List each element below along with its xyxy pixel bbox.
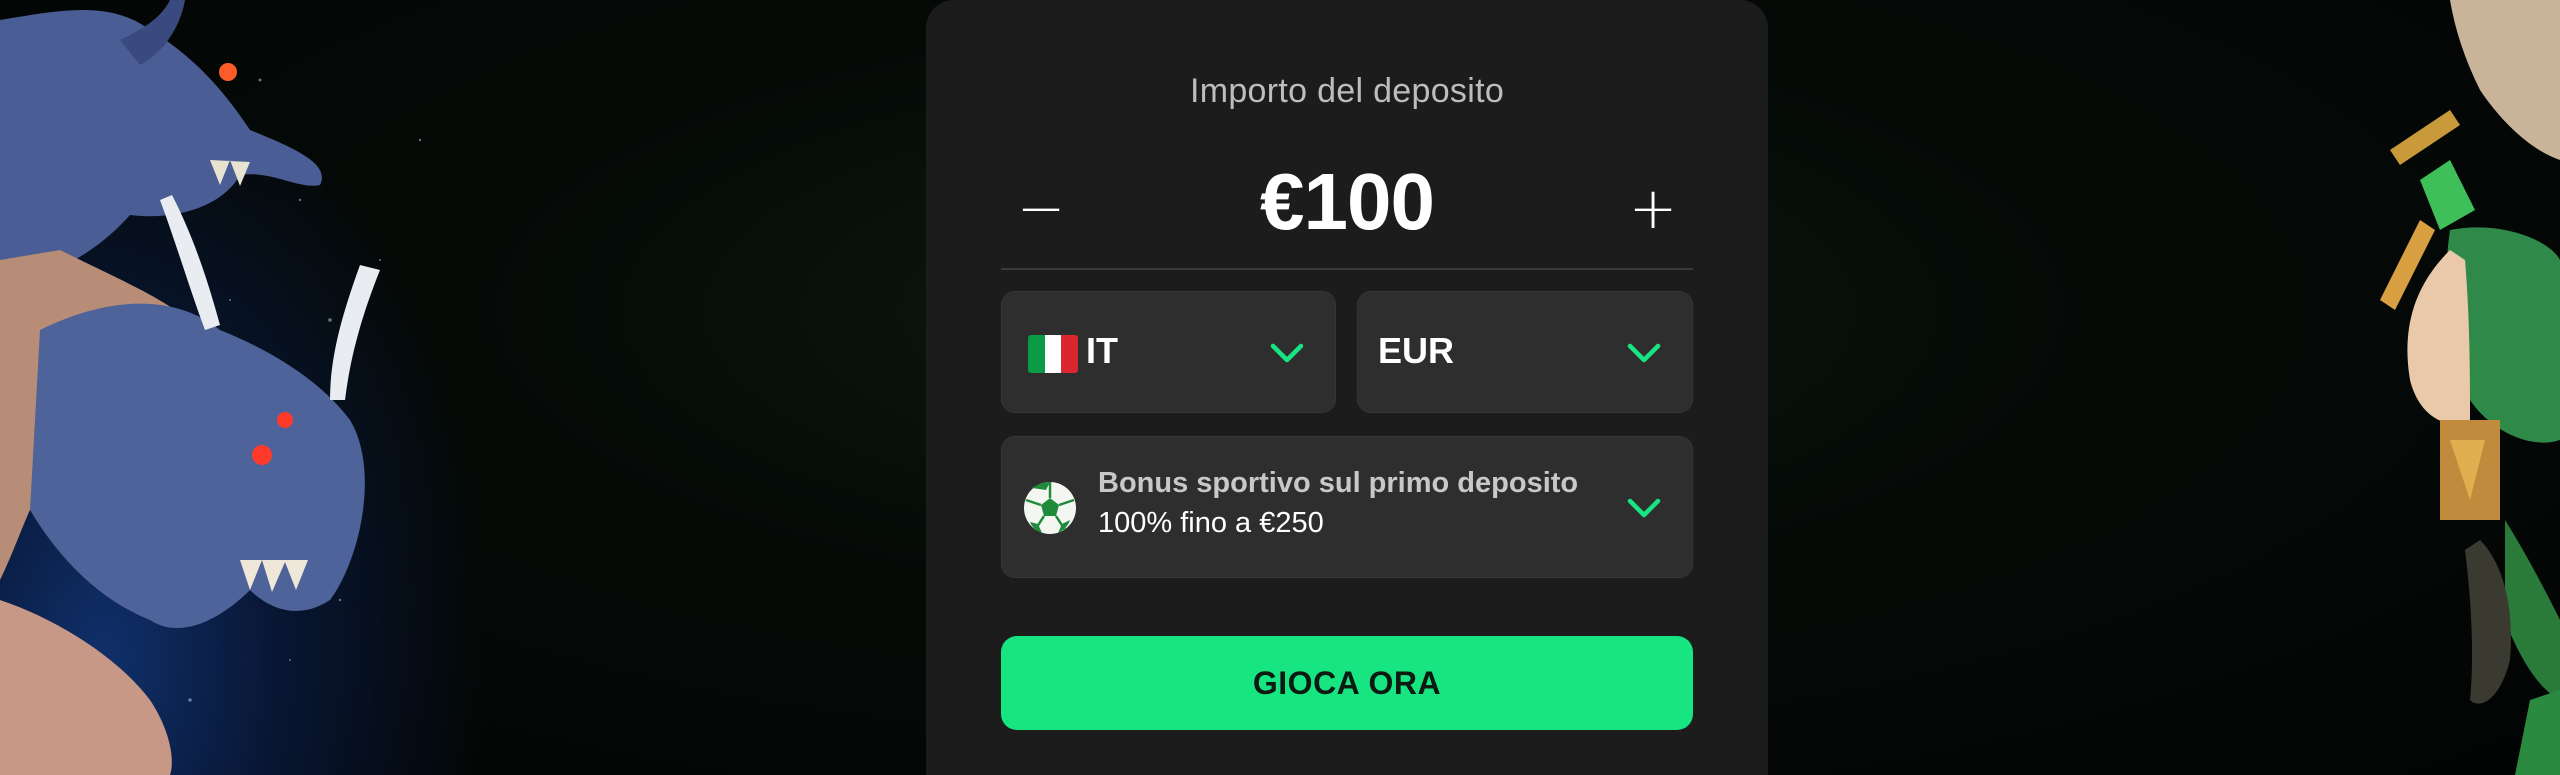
soccer-ball-icon — [1024, 482, 1076, 534]
deposit-amount: €100 — [1260, 157, 1435, 246]
bonus-select[interactable]: Bonus sportivo sul primo deposito 100% f… — [1001, 436, 1693, 578]
deposit-card: Importo del deposito − €100 + IT EUR Bon… — [926, 0, 1768, 775]
chevron-down-icon — [1627, 343, 1661, 363]
page-stage: Importo del deposito − €100 + IT EUR Bon… — [0, 0, 2560, 775]
bonus-title: Bonus sportivo sul primo deposito — [1098, 467, 1579, 499]
chevron-down-icon — [1270, 343, 1304, 363]
bonus-subtitle: 100% fino a €250 — [1098, 507, 1324, 539]
country-select[interactable]: IT — [1001, 291, 1336, 413]
currency-select[interactable]: EUR — [1357, 291, 1693, 413]
amount-divider — [1001, 268, 1693, 270]
dragon-artwork — [0, 0, 520, 775]
decrease-amount-button[interactable]: − — [1001, 168, 1081, 248]
currency-select-value: EUR — [1378, 330, 1455, 371]
amount-stepper: − €100 + — [1001, 150, 1693, 260]
play-now-button[interactable]: GIOCA ORA — [1001, 636, 1693, 730]
chevron-down-icon — [1627, 498, 1661, 518]
italy-flag-icon — [1028, 335, 1078, 373]
archer-artwork — [2300, 0, 2560, 775]
deposit-title: Importo del deposito — [1189, 72, 1505, 110]
country-select-value: IT — [1086, 330, 1118, 371]
increase-amount-button[interactable]: + — [1613, 168, 1693, 248]
